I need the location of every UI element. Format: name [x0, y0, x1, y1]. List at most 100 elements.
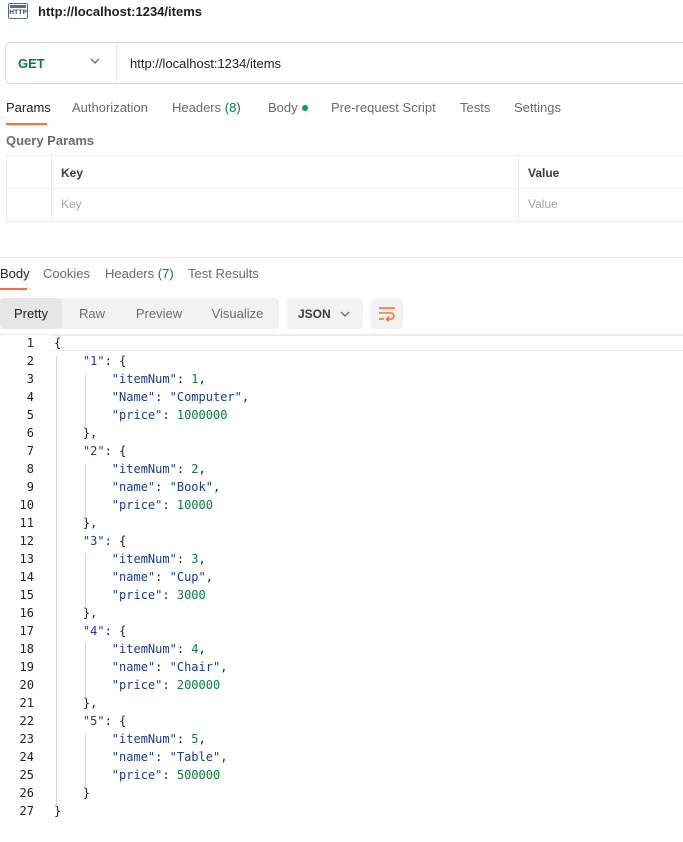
code-text: "5": {	[82, 714, 127, 728]
tab-body[interactable]: Body	[268, 100, 308, 115]
line-number: 19	[19, 660, 34, 674]
query-params-label: Query Params	[6, 133, 95, 148]
url-bar: GET http://localhost:1234/items	[5, 42, 683, 84]
code-line: 18 "itemNum": 4,	[0, 640, 683, 658]
line-number: 16	[19, 606, 34, 620]
wrap-lines-button[interactable]	[371, 298, 403, 329]
tab-authorization[interactable]: Authorization	[72, 100, 148, 115]
tab-label: Settings	[514, 100, 561, 115]
code-text: "2": {	[82, 444, 127, 458]
code-line: 10 "price": 10000	[0, 496, 683, 514]
http-icon-text: HTTP	[9, 9, 27, 16]
active-tab-underline	[6, 123, 47, 125]
code-line: 23 "itemNum": 5,	[0, 730, 683, 748]
tab-label: Headers	[172, 100, 222, 115]
method-select[interactable]: GET	[18, 56, 45, 71]
code-line: 25 "price": 500000	[0, 766, 683, 784]
response-tab-test-results[interactable]: Test Results	[188, 266, 259, 281]
code-text: },	[82, 516, 98, 530]
column-header-key: Key	[61, 166, 84, 180]
code-text: "itemNum": 2,	[111, 462, 206, 476]
tab-label: Tests	[460, 100, 491, 115]
code-text: {	[54, 336, 62, 350]
body-indicator-dot	[301, 104, 308, 111]
view-visualize-button[interactable]: Visualize	[196, 298, 279, 329]
params-table: Key Value Key Value	[6, 155, 683, 222]
line-number: 20	[19, 678, 34, 692]
line-number: 25	[19, 768, 34, 782]
code-text: "3": {	[82, 534, 127, 548]
code-line: 3 "itemNum": 1,	[0, 370, 683, 388]
line-number: 13	[19, 552, 34, 566]
tab-label: Test Results	[188, 266, 259, 281]
code-line: 14 "name": "Cup",	[0, 568, 683, 586]
format-select[interactable]: JSON	[287, 298, 363, 329]
url-input[interactable]: http://localhost:1234/items	[130, 56, 281, 71]
tab-pre-request-script[interactable]: Pre-request Script	[331, 100, 436, 115]
tab-label: Headers	[105, 266, 155, 281]
code-line: 1{	[0, 334, 683, 352]
line-number: 8	[26, 462, 34, 476]
code-line: 8 "itemNum": 2,	[0, 460, 683, 478]
code-line: 5 "price": 1000000	[0, 406, 683, 424]
view-pretty-button[interactable]: Pretty	[0, 298, 62, 329]
response-tab-body[interactable]: Body	[0, 266, 30, 281]
line-number: 9	[26, 480, 34, 494]
indent-guide	[84, 644, 86, 698]
line-number: 10	[19, 498, 34, 512]
wrap-lines-icon	[379, 307, 395, 322]
tab-count: (7)	[157, 266, 174, 281]
tab-label: Cookies	[43, 266, 90, 281]
code-text: "name": "Table",	[111, 750, 228, 764]
indent-guide	[84, 464, 86, 518]
request-tabs: Params Authorization Headers (8) Body Pr…	[0, 98, 683, 126]
view-raw-button[interactable]: Raw	[62, 298, 122, 329]
param-key-input[interactable]: Key	[61, 197, 82, 211]
request-title[interactable]: http://localhost:1234/items	[38, 4, 202, 19]
code-line: 12 "3": {	[0, 532, 683, 550]
tab-settings[interactable]: Settings	[514, 100, 561, 115]
tab-headers[interactable]: Headers (8)	[172, 100, 241, 115]
code-text: "price": 1000000	[111, 408, 228, 422]
line-number: 18	[19, 642, 34, 656]
active-tab-underline	[0, 288, 27, 290]
code-text: "4": {	[82, 624, 127, 638]
line-number: 7	[26, 444, 34, 458]
view-mode-group: Pretty Raw Preview Visualize	[0, 298, 279, 329]
line-number: 5	[26, 408, 34, 422]
chevron-down-icon	[340, 311, 350, 317]
code-line: 6 },	[0, 424, 683, 442]
params-header-row	[7, 156, 683, 189]
code-text: "Name": "Computer",	[111, 390, 250, 404]
tab-params[interactable]: Params	[6, 100, 51, 115]
url-divider	[116, 43, 117, 83]
code-line: 20 "price": 200000	[0, 676, 683, 694]
tab-tests[interactable]: Tests	[460, 100, 490, 115]
title-bar: HTTP http://localhost:1234/items	[0, 0, 683, 26]
code-text: },	[82, 606, 98, 620]
line-number: 15	[19, 588, 34, 602]
chevron-down-icon[interactable]	[90, 56, 100, 66]
line-number: 4	[26, 390, 34, 404]
code-text: "name": "Cup",	[111, 570, 213, 584]
line-number: 12	[19, 534, 34, 548]
line-number: 3	[26, 372, 34, 386]
param-value-input[interactable]: Value	[528, 197, 558, 211]
code-text: "itemNum": 1,	[111, 372, 206, 386]
line-number: 11	[19, 516, 34, 530]
code-text: "1": {	[82, 354, 127, 368]
code-line: 21 },	[0, 694, 683, 712]
code-line: 22 "5": {	[0, 712, 683, 730]
http-icon: HTTP	[8, 3, 28, 19]
code-text: },	[82, 696, 98, 710]
response-tab-cookies[interactable]: Cookies	[43, 266, 90, 281]
line-number: 17	[19, 624, 34, 638]
code-line: 27}	[0, 802, 683, 820]
indent-guide	[84, 374, 86, 428]
pane-divider[interactable]	[0, 257, 683, 258]
line-number: 2	[26, 354, 34, 368]
code-line: 4 "Name": "Computer",	[0, 388, 683, 406]
response-tab-headers[interactable]: Headers (7)	[105, 266, 174, 281]
view-preview-button[interactable]: Preview	[122, 298, 196, 329]
line-number: 1	[26, 336, 34, 350]
